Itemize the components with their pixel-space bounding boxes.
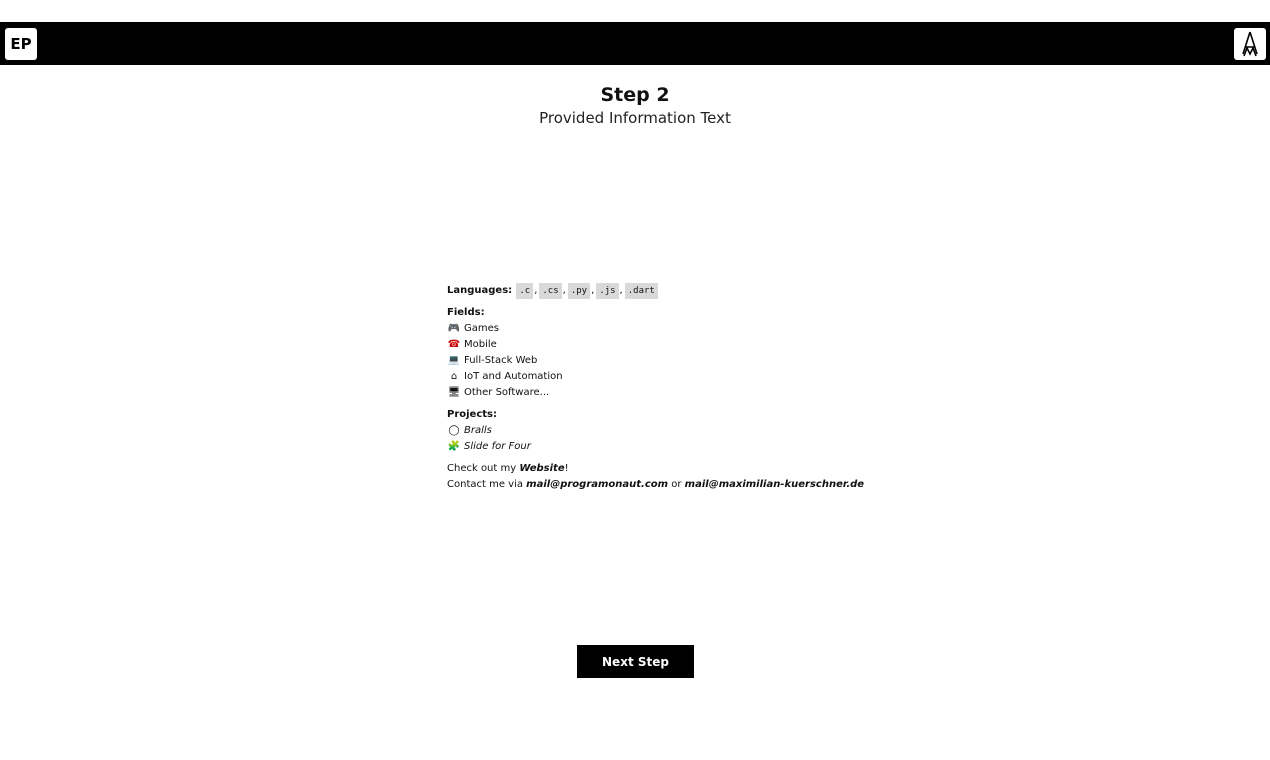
field-item: 💻 Full-Stack Web bbox=[447, 353, 864, 369]
language-tag: .js bbox=[596, 283, 619, 299]
website-prefix: Check out my bbox=[447, 463, 520, 474]
telephone-icon: ☎ bbox=[447, 339, 461, 350]
projects-label: Projects: bbox=[447, 409, 497, 420]
email-link-programonaut[interactable]: mail@programonaut.com bbox=[526, 479, 668, 490]
field-label: Other Software... bbox=[464, 387, 550, 398]
fields-label: Fields: bbox=[447, 307, 485, 318]
gamepad-icon: 🎮 bbox=[447, 323, 461, 334]
step-title: Step 2 bbox=[600, 84, 670, 106]
separator: , bbox=[562, 285, 566, 296]
field-label: Mobile bbox=[464, 339, 497, 350]
field-label: Full-Stack Web bbox=[464, 355, 538, 366]
language-tag: .dart bbox=[624, 283, 658, 299]
fields-section: Fields: 🎮 Games ☎ Mobile 💻 Full-Stack We… bbox=[447, 305, 864, 401]
step-subtitle: Provided Information Text bbox=[539, 109, 731, 127]
step-heading: Step 2 Provided Information Text bbox=[0, 84, 1270, 129]
contact-section: Check out my Website! Contact me via mai… bbox=[447, 461, 864, 493]
desktop-icon: 🖥 bbox=[447, 387, 461, 398]
field-item: 🖥 Other Software... bbox=[447, 385, 864, 401]
separator: , bbox=[534, 285, 538, 296]
language-tag: .py bbox=[567, 283, 591, 299]
language-tag: .cs bbox=[539, 283, 562, 299]
ep-logo-text: EP bbox=[10, 35, 32, 53]
ep-logo[interactable]: EP bbox=[5, 28, 37, 60]
am-monogram-svg bbox=[1242, 31, 1258, 57]
website-line: Check out my Website! bbox=[447, 461, 864, 477]
field-item: 🎮 Games bbox=[447, 321, 864, 337]
website-suffix: ! bbox=[564, 463, 569, 474]
website-link[interactable]: Website bbox=[519, 463, 564, 474]
contact-line: Contact me via mail@programonaut.com or … bbox=[447, 477, 864, 493]
field-label: IoT and Automation bbox=[464, 371, 563, 382]
field-label: Games bbox=[464, 323, 499, 334]
ball-icon: ◯ bbox=[448, 425, 460, 436]
puzzle-icon: 🧩 bbox=[447, 441, 461, 452]
contact-or: or bbox=[668, 479, 685, 490]
projects-section: Projects: ◯ Bralls 🧩 Slide for Four bbox=[447, 407, 864, 455]
languages-label: Languages: bbox=[447, 285, 513, 296]
project-link-slide-for-four[interactable]: Slide for Four bbox=[464, 439, 531, 455]
info-text-block: Languages: .c, .cs, .py, .js, .dart Fiel… bbox=[447, 283, 864, 493]
am-monogram-icon[interactable] bbox=[1234, 28, 1266, 60]
project-item: ◯ Bralls bbox=[447, 423, 864, 439]
field-item: ⌂ IoT and Automation bbox=[447, 369, 864, 385]
next-step-button[interactable]: Next Step bbox=[577, 645, 694, 678]
field-item: ☎ Mobile bbox=[447, 337, 864, 353]
house-icon: ⌂ bbox=[450, 371, 458, 382]
top-navbar: EP bbox=[0, 22, 1270, 65]
separator: , bbox=[591, 285, 595, 296]
laptop-icon: 💻 bbox=[447, 355, 461, 366]
separator: , bbox=[619, 285, 623, 296]
project-link-bralls[interactable]: Bralls bbox=[464, 423, 492, 439]
languages-row: Languages: .c, .cs, .py, .js, .dart bbox=[447, 283, 864, 299]
contact-prefix: Contact me via bbox=[447, 479, 527, 490]
language-tag: .c bbox=[516, 283, 534, 299]
project-item: 🧩 Slide for Four bbox=[447, 439, 864, 455]
email-link-kuerschner[interactable]: mail@maximilian-kuerschner.de bbox=[685, 479, 864, 490]
